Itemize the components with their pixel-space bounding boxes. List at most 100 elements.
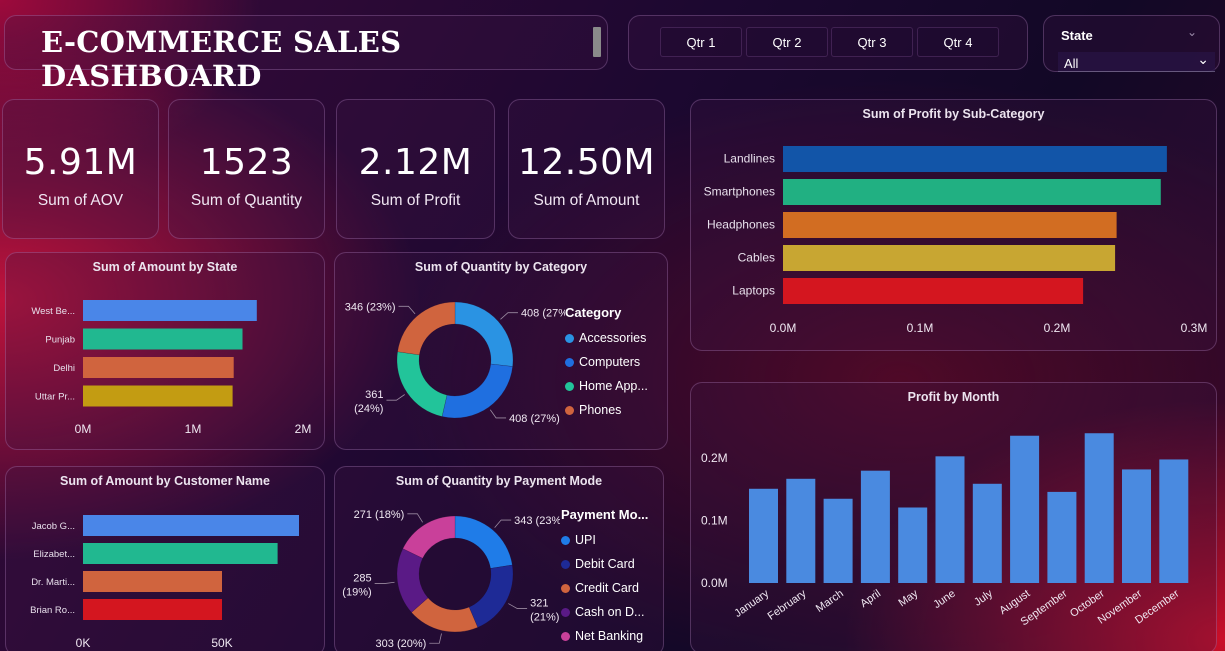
dashboard-title-panel: E-COMMERCE SALES DASHBOARD xyxy=(4,15,608,93)
qtr-4-button[interactable]: Qtr 4 xyxy=(917,27,999,57)
kpi-card-profit: 2.12M Sum of Profit xyxy=(336,99,495,239)
category-legend: Category Accessories Computers Home App... P… xyxy=(565,305,648,422)
category-label: Punjab xyxy=(45,335,75,346)
data-label: 346 (23%) xyxy=(345,301,396,313)
kpi-label: Sum of AOV xyxy=(37,192,124,209)
axis-tick-label: 2M xyxy=(295,422,312,436)
profit-by-month-chart: Profit by Month 0.0M 0.1M 0.2M January Febru… xyxy=(690,382,1217,651)
bar xyxy=(83,599,222,620)
quantity-by-payment-svg: 343 (23%) 321 (21%) 303 (20%) 285 (19%) 271 (1… xyxy=(342,509,560,650)
legend-dot-icon xyxy=(561,631,570,641)
bar xyxy=(783,179,1161,205)
collapse-chevron-icon[interactable]: ⌄ xyxy=(1187,25,1197,39)
qtr-3-button[interactable]: Qtr 3 xyxy=(831,27,913,57)
category-label: Uttar Pr... xyxy=(35,392,75,403)
legend-item[interactable]: Computers xyxy=(565,350,648,374)
bar xyxy=(83,515,299,536)
legend-dot-icon xyxy=(561,535,570,545)
axis-tick-label: 0.0M xyxy=(701,576,728,590)
legend-label: Computers xyxy=(579,355,641,369)
leader-line xyxy=(374,581,395,584)
bar xyxy=(1010,435,1040,583)
bar xyxy=(823,498,853,583)
state-dropdown[interactable]: All ⌄ xyxy=(1058,52,1215,72)
profit-by-month-svg: 0.0M 0.1M 0.2M JanuaryFebruary March April May… xyxy=(701,433,1189,628)
category-label: Jacob G... xyxy=(32,521,75,532)
axis-tick-label: 0M xyxy=(75,422,92,436)
category-label: July xyxy=(972,587,995,608)
quantity-by-category-chart: Sum of Quantity by Category 408 (27%)408… xyxy=(334,252,668,450)
legend-label: Accessories xyxy=(579,331,647,345)
legend-dot-icon xyxy=(561,583,570,593)
axis-tick-label: 50K xyxy=(211,636,232,650)
data-label: 408 (27%) xyxy=(521,308,565,320)
category-label: Brian Ro... xyxy=(30,605,75,616)
data-label: 271 (18%) xyxy=(354,509,405,521)
category-label: Laptops xyxy=(732,284,775,298)
bar xyxy=(83,357,234,378)
legend-label: Debit Card xyxy=(575,557,635,571)
profit-by-subcategory-svg: Landlines Smartphones Headphones Cables Lapt… xyxy=(704,146,1207,335)
qtr-2-button[interactable]: Qtr 2 xyxy=(746,27,828,57)
category-label: West Be... xyxy=(31,306,75,317)
kpi-label: Sum of Amount xyxy=(533,192,640,209)
qtr-1-button[interactable]: Qtr 1 xyxy=(660,27,742,57)
bar xyxy=(786,478,816,583)
amount-by-customer-chart: Sum of Amount by Customer Name Jacob G..… xyxy=(5,466,325,651)
quarter-slicer: Qtr 1 Qtr 2 Qtr 3 Qtr 4 xyxy=(628,15,1028,70)
bar xyxy=(935,456,965,583)
legend-item[interactable]: Phones xyxy=(565,398,648,422)
bar xyxy=(83,385,233,407)
bar xyxy=(83,571,222,592)
amount-by-state-chart: Sum of Amount by State West Be... Punjab D… xyxy=(5,252,325,450)
legend-label: Home App... xyxy=(579,379,648,393)
bar xyxy=(860,470,890,583)
kpi-value: 1523 xyxy=(199,142,294,183)
data-label: 303 (20%) xyxy=(376,638,427,650)
data-label: (21%) xyxy=(530,611,559,623)
donut-slice xyxy=(441,363,513,419)
bar xyxy=(972,483,1002,583)
legend-dot-icon xyxy=(565,405,574,415)
payment-legend: Payment Mo... UPI Debit Card Credit Card Cas… xyxy=(561,507,648,648)
legend-dot-icon xyxy=(565,357,574,367)
legend-dot-icon xyxy=(561,607,570,617)
bar xyxy=(783,278,1084,304)
state-filter-label: State xyxy=(1061,28,1093,43)
leader-line xyxy=(429,633,442,644)
chevron-down-icon[interactable]: ⌄ xyxy=(1197,52,1209,68)
leader-line xyxy=(508,603,528,609)
amount-by-state-svg: West Be... Punjab Delhi Uttar Pr... 0M 1M 2M xyxy=(31,300,312,436)
kpi-label: Sum of Quantity xyxy=(190,192,303,209)
category-label: June xyxy=(931,588,957,612)
legend-label: UPI xyxy=(575,533,596,547)
legend-label: Phones xyxy=(579,403,622,417)
bar xyxy=(1122,469,1151,583)
axis-tick-label: 0.1M xyxy=(907,321,934,335)
category-label: Smartphones xyxy=(704,185,775,199)
bar xyxy=(783,146,1167,172)
data-label: (19%) xyxy=(342,587,371,599)
legend-item[interactable]: Debit Card xyxy=(561,552,648,576)
category-label: May xyxy=(897,587,921,609)
legend-item[interactable]: UPI xyxy=(561,528,648,552)
category-label: Landlines xyxy=(724,152,775,166)
kpi-card-quantity: 1523 Sum of Quantity xyxy=(168,99,325,239)
legend-item[interactable]: Net Banking xyxy=(561,624,648,648)
donut-slice xyxy=(402,515,456,559)
legend-title: Payment Mo... xyxy=(561,507,649,522)
legend-label: Credit Card xyxy=(575,581,639,595)
data-label: 343 (23%) xyxy=(514,515,560,527)
bar xyxy=(898,507,928,583)
leader-line xyxy=(407,513,423,523)
category-label: February xyxy=(766,587,809,622)
legend-item[interactable]: Home App... xyxy=(565,374,648,398)
category-label: January xyxy=(732,587,771,620)
legend-item[interactable]: Credit Card xyxy=(561,576,648,600)
legend-item[interactable]: Accessories xyxy=(565,326,648,350)
legend-item[interactable]: Cash on D... xyxy=(561,600,648,624)
axis-tick-label: 0.1M xyxy=(701,514,728,528)
leader-line xyxy=(386,394,405,401)
leader-line xyxy=(494,519,512,528)
amount-by-customer-svg: Jacob G... Elizabet... Dr. Marti... Brian R… xyxy=(30,515,299,650)
